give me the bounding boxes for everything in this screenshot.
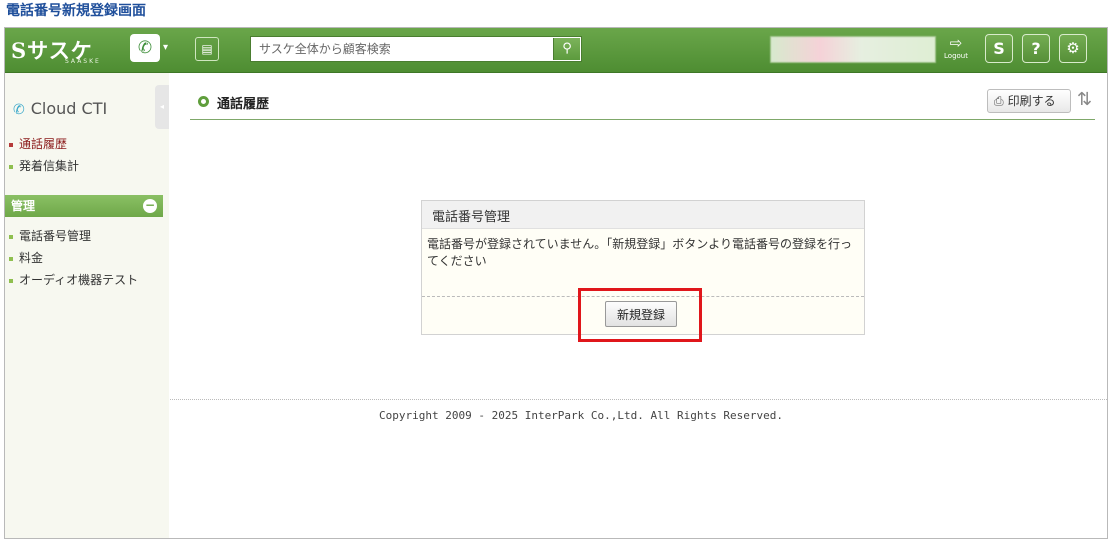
user-info-box — [770, 36, 936, 63]
sidebar-item-label: 電話番号管理 — [19, 229, 92, 243]
footer-divider — [170, 399, 1107, 400]
sidebar-collapse-button[interactable]: ◂ — [155, 85, 169, 129]
sidebar-item-label: オーディオ機器テスト — [19, 273, 139, 287]
printer-icon: ⎙ — [994, 94, 1004, 108]
page-caption: 電話番号新規登録画面 — [6, 3, 146, 19]
print-button[interactable]: ⎙ 印刷する — [987, 89, 1071, 113]
chat-icon[interactable]: ▤ — [195, 37, 219, 61]
sidebar-item-label: 発着信集計 — [19, 159, 80, 173]
logout-icon: ⇨ — [949, 34, 963, 52]
sidebar-item-label: 料金 — [19, 251, 44, 265]
bullet-icon — [9, 142, 13, 147]
circle-bullet-icon — [198, 96, 209, 107]
cloud-cti-title: ✆ Cloud CTI — [13, 99, 107, 118]
copyright-text: Copyright 2009 - 2025 InterPark Co.,Ltd.… — [379, 409, 783, 422]
section-title: 管理 — [11, 199, 36, 213]
gear-icon[interactable]: ⚙ — [1059, 34, 1087, 63]
sidebar: ✆ Cloud CTI ◂ 通話履歴 発着信集計 管理 − 電話番号管理 料金 オ… — [5, 73, 169, 538]
panel-header: 電話番号管理 — [422, 201, 864, 229]
phone-icon[interactable]: ✆ — [130, 34, 160, 62]
panel-message: 電話番号が登録されていません。「新規登録」ボタンより電話番号の登録を行ってくださ… — [427, 237, 853, 268]
page-header: 通話履歴 ⎙ 印刷する ⇅ — [190, 87, 1095, 120]
sidebar-item-label: 通話履歴 — [19, 137, 68, 151]
top-header: Sサスケ SAASKE ✆ ▾ ▤ ⚲ ⇨ Logout S ? ⚙ — [5, 28, 1107, 73]
search-box: ⚲ — [250, 36, 582, 62]
saaske-home-button[interactable]: S — [985, 34, 1013, 63]
sidebar-section-admin[interactable]: 管理 − — [5, 195, 163, 217]
panel-title: 電話番号管理 — [432, 210, 511, 225]
bullet-icon — [9, 234, 13, 239]
logout-button[interactable]: ⇨ Logout — [942, 34, 970, 64]
cloud-cti-label: Cloud CTI — [30, 99, 108, 118]
logo-subtext: SAASKE — [65, 58, 101, 65]
chevron-down-icon[interactable]: ▾ — [163, 42, 168, 53]
logout-label: Logout — [944, 52, 968, 60]
sidebar-item-phone-number-management[interactable]: 電話番号管理 — [9, 227, 91, 245]
bullet-icon — [9, 278, 13, 283]
phone-icon: ✆ — [13, 102, 25, 118]
minus-icon[interactable]: − — [143, 199, 157, 213]
search-input[interactable] — [251, 37, 555, 61]
bullet-icon — [9, 164, 13, 169]
refresh-icon[interactable]: ⇅ — [1077, 89, 1092, 110]
sidebar-item-call-history[interactable]: 通話履歴 — [9, 135, 67, 153]
sidebar-item-audio-test[interactable]: オーディオ機器テスト — [9, 271, 138, 289]
help-button[interactable]: ? — [1022, 34, 1050, 63]
search-icon[interactable]: ⚲ — [553, 38, 580, 60]
print-label: 印刷する — [1007, 94, 1056, 108]
sidebar-item-call-stats[interactable]: 発着信集計 — [9, 157, 79, 175]
page-title: 通話履歴 — [217, 97, 270, 112]
sidebar-item-fees[interactable]: 料金 — [9, 249, 43, 267]
highlight-box — [578, 288, 702, 342]
app-window: Sサスケ SAASKE ✆ ▾ ▤ ⚲ ⇨ Logout S ? ⚙ ✆ Clou… — [4, 27, 1108, 539]
bullet-icon — [9, 256, 13, 261]
